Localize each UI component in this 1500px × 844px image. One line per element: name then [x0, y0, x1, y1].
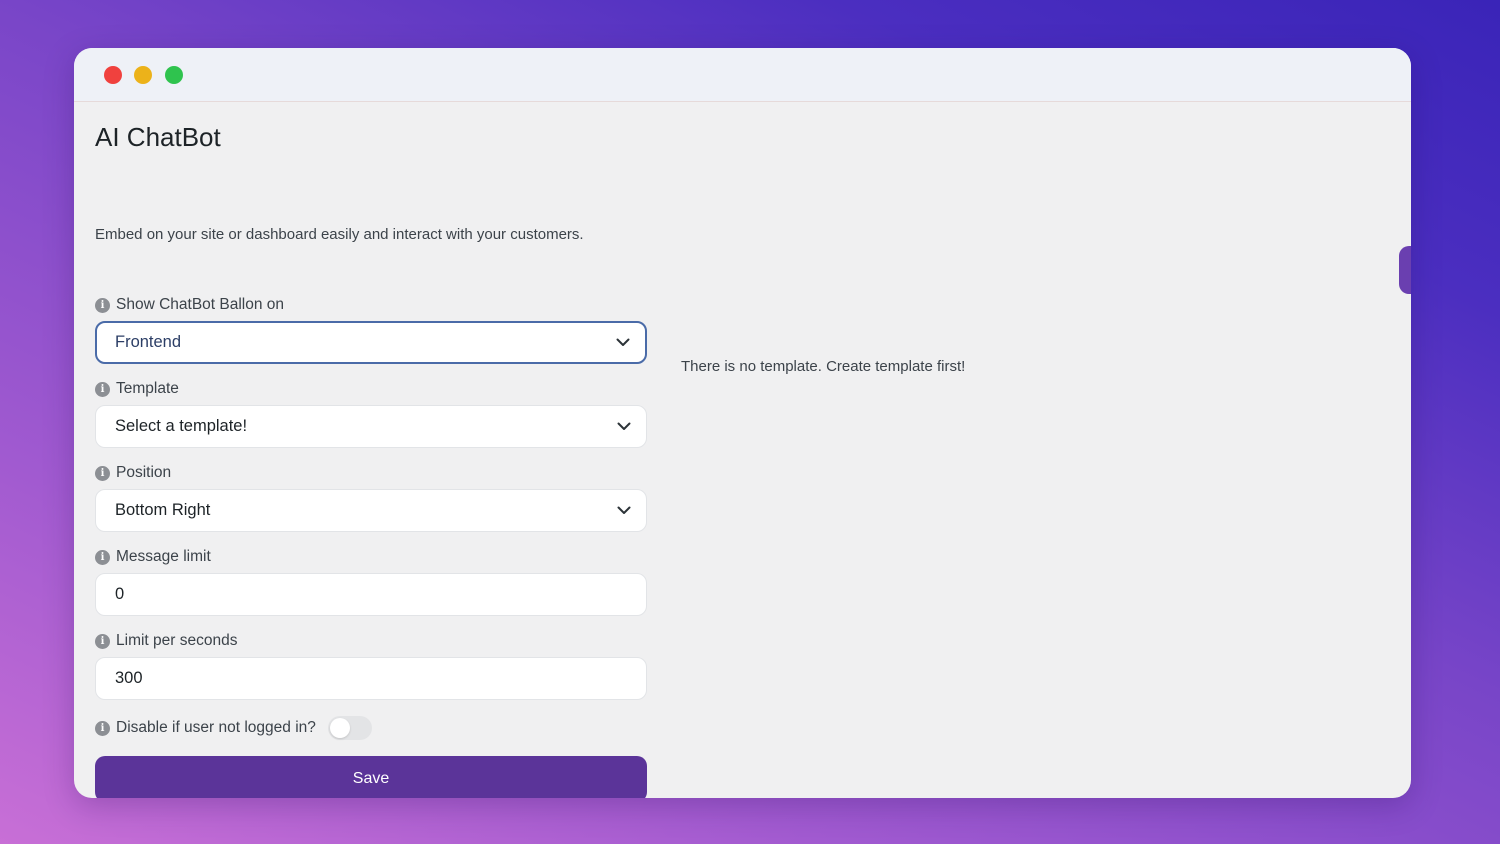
- show-balloon-field: i Show ChatBot Ballon on Frontend: [95, 294, 649, 364]
- message-limit-value: 0: [115, 585, 125, 603]
- settings-form: i Show ChatBot Ballon on Frontend i Temp…: [95, 294, 649, 798]
- page-description: Embed on your site or dashboard easily a…: [95, 226, 584, 243]
- page-title: AI ChatBot: [95, 122, 221, 152]
- side-panel-tab[interactable]: [1399, 246, 1411, 294]
- toggle-knob: [329, 718, 350, 738]
- template-value: Select a template!: [115, 417, 248, 435]
- disable-logged-out-label: Disable if user not logged in?: [116, 719, 316, 736]
- limit-per-seconds-label: Limit per seconds: [116, 632, 238, 649]
- template-select[interactable]: Select a template!: [95, 405, 647, 448]
- show-balloon-select[interactable]: Frontend: [95, 321, 647, 364]
- info-icon[interactable]: i: [95, 549, 110, 565]
- message-limit-label: Message limit: [116, 548, 211, 565]
- position-label: Position: [116, 464, 172, 481]
- disable-logged-out-toggle[interactable]: [327, 716, 372, 740]
- limit-per-seconds-input[interactable]: 300: [95, 657, 647, 700]
- chevron-down-icon: [616, 419, 632, 435]
- title-bar: [74, 48, 1411, 102]
- limit-per-seconds-value: 300: [115, 669, 143, 687]
- close-window-button[interactable]: [104, 66, 122, 84]
- disable-logged-out-field: i Disable if user not logged in?: [95, 714, 649, 742]
- template-label: Template: [116, 380, 179, 397]
- minimize-window-button[interactable]: [134, 66, 152, 84]
- info-icon[interactable]: i: [95, 633, 110, 649]
- no-template-notice: There is no template. Create template fi…: [681, 358, 966, 375]
- position-select[interactable]: Bottom Right: [95, 489, 647, 532]
- message-limit-input[interactable]: 0: [95, 573, 647, 616]
- info-icon[interactable]: i: [95, 381, 110, 397]
- position-field: i Position Bottom Right: [95, 462, 649, 532]
- position-value: Bottom Right: [115, 501, 211, 519]
- limit-per-seconds-field: i Limit per seconds 300: [95, 630, 649, 700]
- info-icon[interactable]: i: [95, 720, 110, 736]
- message-limit-field: i Message limit 0: [95, 546, 649, 616]
- info-icon[interactable]: i: [95, 465, 110, 481]
- chevron-down-icon: [616, 503, 632, 519]
- show-balloon-value: Frontend: [115, 333, 182, 351]
- info-icon[interactable]: i: [95, 297, 110, 313]
- save-button[interactable]: Save: [95, 756, 647, 798]
- show-balloon-label: Show ChatBot Ballon on: [116, 296, 285, 313]
- maximize-window-button[interactable]: [165, 66, 183, 84]
- chevron-down-icon: [615, 335, 631, 351]
- main-content: AI ChatBot Embed on your site or dashboa…: [95, 102, 1411, 798]
- app-window: AI ChatBot Embed on your site or dashboa…: [74, 48, 1411, 798]
- template-field: i Template Select a template!: [95, 378, 649, 448]
